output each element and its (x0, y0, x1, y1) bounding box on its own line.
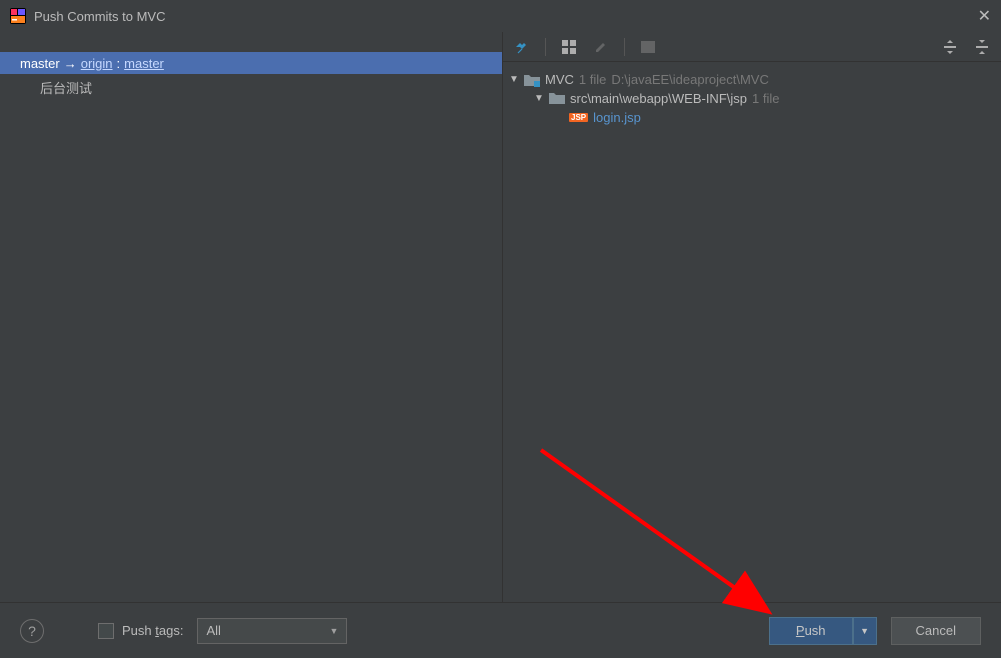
project-name: MVC (545, 72, 574, 87)
push-tags-checkbox[interactable] (98, 623, 114, 639)
help-button[interactable]: ? (20, 619, 44, 643)
chevron-down-icon[interactable]: ▼ (509, 74, 519, 85)
preview-icon[interactable] (639, 38, 657, 56)
folder-icon (549, 92, 565, 105)
push-dropdown-button[interactable]: ▼ (853, 617, 877, 645)
commits-panel: master → origin : master 后台测试 (0, 32, 502, 602)
edit-icon[interactable] (592, 38, 610, 56)
file-tree-row[interactable]: JSP login.jsp (509, 108, 995, 127)
local-branch-label: master (20, 56, 60, 71)
push-tags-label: Push tags: (122, 623, 183, 638)
branch-selector-row[interactable]: master → origin : master (0, 52, 502, 74)
folder-name: src\main\webapp\WEB-INF\jsp (570, 91, 747, 106)
file-tree: ▼ MVC 1 file D:\javaEE\ideaproject\MVC ▼ (503, 62, 1001, 135)
push-button[interactable]: Push (769, 617, 853, 645)
title-bar: Push Commits to MVC ✕ (0, 0, 1001, 32)
window-title: Push Commits to MVC (34, 9, 978, 24)
folder-file-count: 1 file (752, 91, 779, 106)
files-panel: ▼ MVC 1 file D:\javaEE\ideaproject\MVC ▼ (502, 32, 1001, 602)
group-icon[interactable] (560, 38, 578, 56)
chevron-down-icon[interactable]: ▼ (534, 93, 544, 104)
expand-all-icon[interactable] (941, 38, 959, 56)
colon-separator: : (117, 56, 121, 71)
jsp-file-icon: JSP (569, 113, 588, 122)
collapse-all-icon[interactable] (973, 38, 991, 56)
folder-tree-row[interactable]: ▼ src\main\webapp\WEB-INF\jsp 1 file (509, 89, 995, 108)
project-path: D:\javaEE\ideaproject\MVC (611, 72, 769, 87)
push-tags-option[interactable]: Push tags: (98, 623, 183, 639)
dropdown-value: All (206, 623, 220, 638)
close-icon[interactable]: ✕ (978, 6, 991, 26)
dialog-footer: ? Push tags: All ▼ Push ▼ Cancel (0, 602, 1001, 658)
main-content: master → origin : master 后台测试 (0, 32, 1001, 602)
remote-link[interactable]: origin (81, 56, 113, 71)
project-tree-row[interactable]: ▼ MVC 1 file D:\javaEE\ideaproject\MVC (509, 70, 995, 89)
toolbar-separator (624, 38, 625, 56)
push-tags-dropdown[interactable]: All ▼ (197, 618, 347, 644)
push-button-group: Push ▼ (769, 617, 877, 645)
toolbar-separator (545, 38, 546, 56)
pin-icon[interactable] (513, 38, 531, 56)
files-toolbar (503, 32, 1001, 62)
chevron-down-icon: ▼ (330, 626, 339, 636)
file-name: login.jsp (593, 110, 641, 125)
project-file-count: 1 file (579, 72, 606, 87)
commit-item[interactable]: 后台测试 (0, 74, 502, 101)
arrow-right-icon: → (64, 56, 77, 71)
remote-branch-link[interactable]: master (124, 56, 164, 71)
intellij-app-icon (10, 8, 26, 24)
project-folder-icon (524, 73, 540, 87)
cancel-button[interactable]: Cancel (891, 617, 981, 645)
